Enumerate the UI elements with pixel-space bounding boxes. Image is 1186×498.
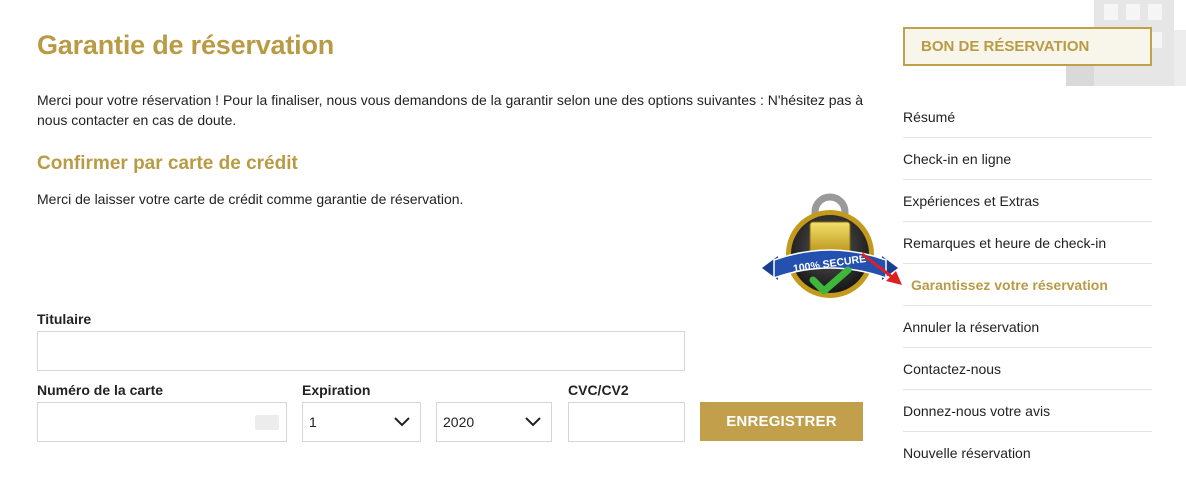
booking-voucher-button[interactable]: BON DE RÉSERVATION (903, 27, 1152, 66)
sidebar-item-feedback[interactable]: Donnez-nous votre avis (903, 390, 1152, 432)
card-number-input[interactable] (37, 402, 287, 442)
sidebar-item-remarks-checkin-time[interactable]: Remarques et heure de check-in (903, 222, 1152, 264)
sidebar-item-resume[interactable]: Résumé (903, 96, 1152, 138)
sidebar-item-contact-us[interactable]: Contactez-nous (903, 348, 1152, 390)
sidebar-item-guarantee-reservation[interactable]: Garantissez votre réservation (903, 264, 1152, 306)
card-number-label: Numéro de la carte (37, 382, 164, 398)
page-title: Garantie de réservation (37, 30, 335, 60)
holder-input[interactable] (37, 331, 685, 371)
intro-text: Merci pour votre réservation ! Pour la f… (37, 92, 864, 128)
section-text: Merci de laisser votre carte de crédit c… (37, 191, 464, 207)
cvc-input[interactable] (568, 402, 685, 442)
sidebar-nav: Résumé Check-in en ligne Expériences et … (903, 96, 1152, 474)
sidebar-item-cancel-reservation[interactable]: Annuler la réservation (903, 306, 1152, 348)
cvc-label: CVC/CV2 (568, 382, 629, 398)
expiration-month-value: 1 (309, 414, 317, 430)
chevron-down-icon (525, 417, 541, 427)
chevron-down-icon (394, 417, 410, 427)
expiration-month-select[interactable]: 1 (302, 402, 421, 442)
holder-label: Titulaire (37, 311, 92, 327)
credit-card-icon (255, 415, 279, 430)
sidebar: BON DE RÉSERVATION Résumé Check-in en li… (903, 0, 1153, 498)
section-title: Confirmer par carte de crédit (37, 153, 298, 174)
expiration-year-select[interactable]: 2020 (436, 402, 552, 442)
red-arrow-icon (861, 252, 902, 285)
save-button[interactable]: ENREGISTRER (700, 402, 863, 441)
expiration-year-value: 2020 (443, 414, 475, 430)
sidebar-item-new-reservation[interactable]: Nouvelle réservation (903, 432, 1152, 474)
expiration-label: Expiration (302, 382, 371, 398)
sidebar-item-online-checkin[interactable]: Check-in en ligne (903, 138, 1152, 180)
sidebar-item-experiences-extras[interactable]: Expériences et Extras (903, 180, 1152, 222)
main-content: Garantie de réservation Merci pour votre… (37, 0, 898, 498)
